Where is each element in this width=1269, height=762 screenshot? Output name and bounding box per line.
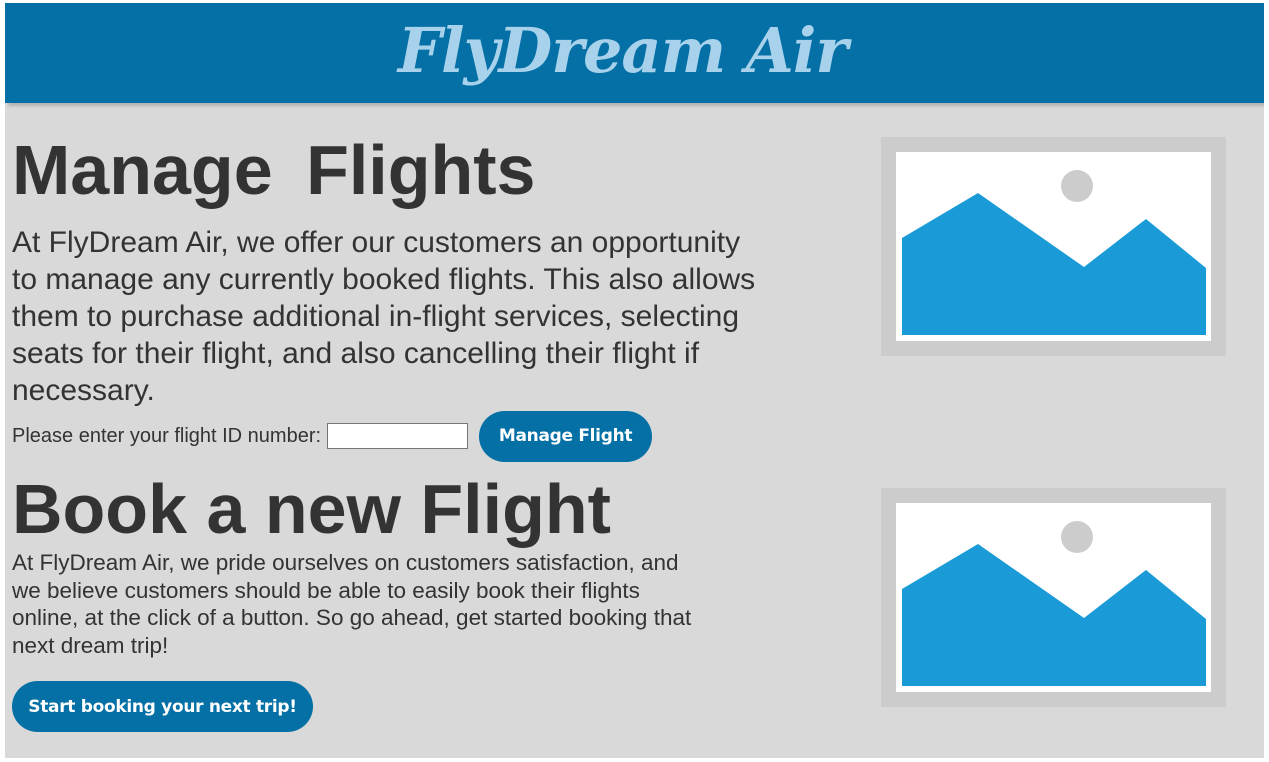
manage-flight-button[interactable]: Manage Flight <box>479 410 653 462</box>
start-booking-button[interactable]: Start booking your next trip! <box>12 681 313 732</box>
image-placeholder-icon <box>896 152 1211 341</box>
brand-logo[interactable]: FlyDream Air <box>5 11 1240 91</box>
manage-flights-heading: Manage Flights <box>12 131 536 209</box>
flight-id-input[interactable] <box>327 423 469 449</box>
manage-flights-image <box>881 137 1226 356</box>
book-flight-description: At FlyDream Air, we pride ourselves on c… <box>12 550 692 658</box>
page: FlyDream Air Manage Flights At FlyDream … <box>5 3 1264 758</box>
image-placeholder-icon <box>896 503 1211 692</box>
book-flight-heading: Book a new Flight <box>12 470 611 548</box>
book-flight-image <box>881 488 1226 707</box>
flight-id-label: Please enter your flight ID number: <box>12 424 322 447</box>
manage-flights-description: At FlyDream Air, we offer our customers … <box>12 226 756 407</box>
site-header: FlyDream Air <box>5 3 1264 103</box>
flight-id-form: Please enter your flight ID number: Mana… <box>12 410 653 462</box>
